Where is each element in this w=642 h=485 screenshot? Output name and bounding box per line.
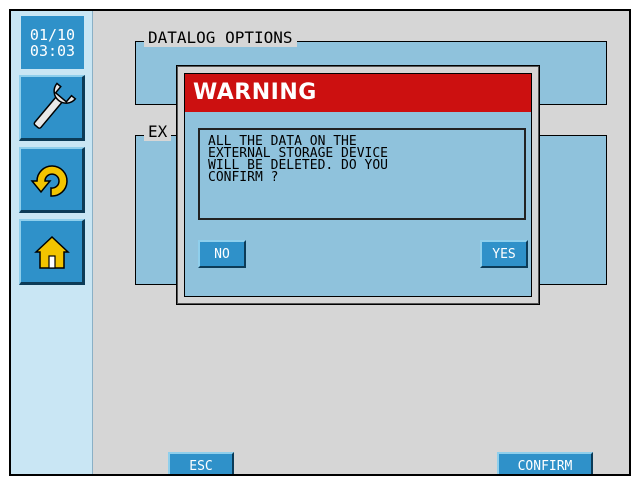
external-storage-title: EX: [144, 123, 172, 141]
warning-dialog-panel: WARNING ALL THE DATA ON THE EXTERNAL STO…: [184, 73, 532, 297]
confirm-button[interactable]: CONFIRM: [497, 452, 593, 474]
back-icon: [29, 164, 68, 197]
warning-message: ALL THE DATA ON THE EXTERNAL STORAGE DEV…: [198, 128, 526, 220]
esc-button[interactable]: ESC: [168, 452, 234, 474]
warning-dialog: WARNING ALL THE DATA ON THE EXTERNAL STO…: [176, 65, 540, 305]
warning-dialog-body: WARNING ALL THE DATA ON THE EXTERNAL STO…: [177, 66, 539, 304]
settings-button[interactable]: [19, 75, 85, 141]
hmi-screen: 01/10 03:03 DATALOG OPTIONS EX ESC CONFI…: [9, 9, 631, 476]
home-icon: [33, 235, 70, 269]
clock-display: 01/10 03:03: [21, 16, 84, 69]
clock-time: 03:03: [29, 41, 76, 60]
no-button[interactable]: NO: [198, 240, 246, 268]
yes-button[interactable]: YES: [480, 240, 528, 268]
clock-date: 01/10: [29, 25, 76, 44]
sidebar: 01/10 03:03: [11, 11, 93, 474]
home-button[interactable]: [19, 219, 85, 285]
datalog-options-title: DATALOG OPTIONS: [144, 29, 297, 47]
back-button[interactable]: [19, 147, 85, 213]
wrench-icon: [33, 81, 76, 129]
warning-title: WARNING: [185, 74, 531, 112]
